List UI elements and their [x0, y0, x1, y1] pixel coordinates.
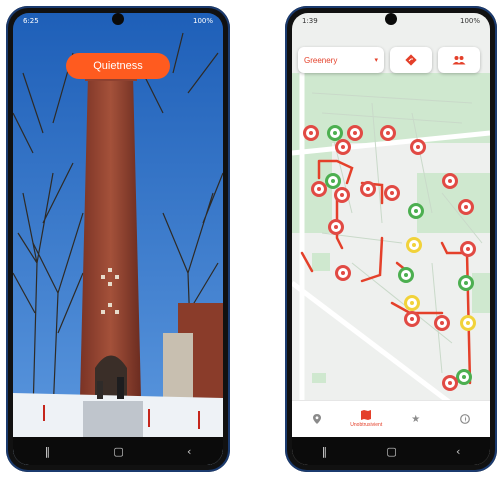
map-marker-red[interactable]	[384, 185, 400, 201]
map-marker-yellow[interactable]	[404, 295, 420, 311]
directions-button[interactable]	[390, 47, 432, 73]
map-marker-green[interactable]	[458, 275, 474, 291]
map-marker-green[interactable]	[398, 267, 414, 283]
people-icon	[452, 56, 466, 65]
map-marker-red[interactable]	[380, 125, 396, 141]
tab-location[interactable]	[299, 404, 335, 434]
map-marker-red[interactable]	[442, 173, 458, 189]
right-phone-screen: 1:39 100% Greenery ▾ Unobtrusivient ★ ‖ …	[292, 13, 490, 465]
camera-notch	[112, 13, 124, 25]
left-phone-frame: 6:25 100% Quietness ‖ ▢ ‹	[6, 6, 230, 472]
map-marker-red[interactable]	[335, 265, 351, 281]
status-battery: 100%	[192, 17, 213, 25]
star-icon: ★	[411, 413, 421, 425]
map-marker-red[interactable]	[360, 181, 376, 197]
back-icon[interactable]: ‹	[187, 445, 191, 458]
location-pin-icon	[312, 414, 321, 424]
chevron-down-icon: ▾	[374, 57, 378, 64]
map-marker-red[interactable]	[311, 181, 327, 197]
left-phone-screen: 6:25 100% Quietness ‖ ▢ ‹	[13, 13, 223, 465]
map-marker-red[interactable]	[334, 187, 350, 203]
map-marker-yellow[interactable]	[406, 237, 422, 253]
tab-favorites[interactable]: ★	[398, 404, 434, 434]
recent-apps-icon[interactable]: ‖	[45, 445, 51, 458]
map-top-controls: Greenery ▾	[298, 47, 484, 73]
group-button[interactable]	[438, 47, 480, 73]
status-time: 1:39	[302, 17, 318, 25]
directions-icon	[405, 54, 417, 66]
quietness-button[interactable]: Quietness	[66, 53, 170, 79]
map-marker-red[interactable]	[303, 125, 319, 141]
home-icon[interactable]: ▢	[113, 445, 123, 458]
right-phone-frame: 1:39 100% Greenery ▾ Unobtrusivient ★ ‖ …	[285, 6, 497, 472]
status-battery: 100%	[459, 17, 480, 25]
map-marker-yellow[interactable]	[460, 315, 476, 331]
map-marker-red[interactable]	[458, 199, 474, 215]
map-icon	[361, 410, 372, 420]
system-nav-bar: ‖ ▢ ‹	[13, 437, 223, 465]
map-marker-green[interactable]	[408, 203, 424, 219]
camera-notch	[385, 13, 397, 25]
compass-icon	[460, 414, 471, 424]
home-icon[interactable]: ▢	[386, 445, 396, 458]
bottom-tab-bar: Unobtrusivient ★	[292, 400, 490, 437]
category-dropdown-value: Greenery	[304, 55, 338, 65]
category-dropdown[interactable]: Greenery ▾	[298, 47, 384, 73]
tab-map[interactable]: Unobtrusivient	[348, 404, 384, 434]
map-marker-red[interactable]	[328, 219, 344, 235]
map-marker-red[interactable]	[442, 375, 458, 391]
map-marker-red[interactable]	[410, 139, 426, 155]
tab-map-label: Unobtrusivient	[350, 422, 383, 428]
map-marker-red[interactable]	[460, 241, 476, 257]
map-marker-red[interactable]	[335, 139, 351, 155]
map-canvas[interactable]	[292, 13, 490, 465]
back-icon[interactable]: ‹	[456, 445, 460, 458]
map-marker-red[interactable]	[434, 315, 450, 331]
map-marker-red[interactable]	[347, 125, 363, 141]
system-nav-bar: ‖ ▢ ‹	[292, 437, 490, 465]
map-marker-red[interactable]	[404, 311, 420, 327]
map-marker-green[interactable]	[456, 369, 472, 385]
recent-apps-icon[interactable]: ‖	[322, 445, 328, 458]
campanile-photo	[13, 13, 223, 465]
tab-compass[interactable]	[447, 404, 483, 434]
status-time: 6:25	[23, 17, 39, 25]
